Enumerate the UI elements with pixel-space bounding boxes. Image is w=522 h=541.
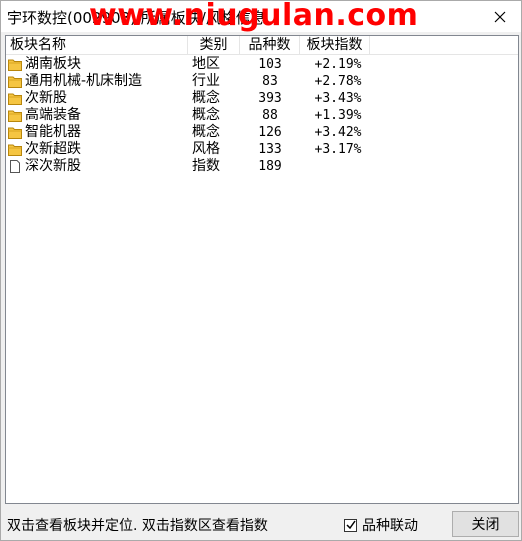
table-row[interactable]: 高端装备 概念 88 +1.39% [6, 107, 518, 124]
dialog-window: 宇环数控(002903) 所属板块/风格信息 www.niugulan.com … [0, 0, 522, 541]
sector-index-cell: +3.42% [314, 125, 362, 140]
sector-index-cell [306, 158, 370, 175]
sector-index-cell: +2.19% [314, 57, 362, 72]
table-row[interactable]: 通用机械-机床制造 行业 83 +2.78% [6, 73, 518, 90]
sector-name-cell: 智能机器 [25, 124, 81, 140]
sector-index-cell: +1.39% [314, 108, 362, 123]
watermark: www.niugulan.com [89, 0, 419, 33]
table-row[interactable]: 深次新股 指数 189 [6, 158, 518, 175]
category-cell: 概念 [192, 90, 220, 106]
window-close-button[interactable] [479, 1, 521, 32]
list-header: 板块名称 类别 品种数 板块指数 [6, 36, 518, 55]
sector-name-cell: 湖南板块 [25, 56, 81, 72]
folder-icon [8, 58, 22, 71]
list-rows: 湖南板块 地区 103 +2.19% 通用机械-机床制造 行业 83 +2.78% 次新股 概念 3… [6, 56, 518, 175]
header-stock-count[interactable]: 品种数 [240, 36, 300, 55]
stock-count-cell: 393 [258, 91, 282, 106]
stock-count-cell: 88 [262, 108, 278, 123]
folder-icon [8, 126, 22, 139]
table-row[interactable]: 次新超跌 风格 133 +3.17% [6, 141, 518, 158]
table-row[interactable]: 湖南板块 地区 103 +2.19% [6, 56, 518, 73]
table-row[interactable]: 智能机器 概念 126 +3.42% [6, 124, 518, 141]
linkage-label: 品种联动 [362, 518, 418, 534]
folder-icon [8, 75, 22, 88]
header-sector-index[interactable]: 板块指数 [300, 36, 370, 55]
sector-index-cell: +3.17% [314, 142, 362, 157]
sector-index-cell: +3.43% [314, 91, 362, 106]
header-sector-name[interactable]: 板块名称 [6, 36, 188, 55]
table-row[interactable]: 次新股 概念 393 +3.43% [6, 90, 518, 107]
category-cell: 概念 [192, 124, 220, 140]
category-cell: 行业 [192, 73, 220, 89]
sector-index-cell: +2.78% [314, 74, 362, 89]
category-cell: 指数 [192, 158, 220, 174]
folder-icon [8, 143, 22, 156]
linkage-toggle[interactable]: 品种联动 [344, 515, 418, 535]
sector-name-cell: 次新超跌 [25, 141, 81, 157]
checkmark-icon [345, 520, 356, 530]
status-bar: 双击查看板块并定位. 双击指数区查看指数 品种联动 关闭 [1, 507, 521, 541]
close-icon [494, 11, 506, 22]
sector-name-cell: 深次新股 [25, 158, 81, 174]
category-cell: 地区 [192, 56, 220, 72]
title-bar[interactable]: 宇环数控(002903) 所属板块/风格信息 www.niugulan.com [1, 0, 521, 33]
close-button[interactable]: 关闭 [452, 511, 519, 537]
stock-count-cell: 103 [258, 57, 282, 72]
sector-name-cell: 次新股 [25, 90, 67, 106]
stock-count-cell: 189 [258, 159, 282, 174]
linkage-checkbox[interactable] [344, 518, 357, 532]
folder-icon [8, 109, 22, 122]
stock-count-cell: 83 [262, 74, 278, 89]
hint-text: 双击查看板块并定位. 双击指数区查看指数 [7, 518, 268, 534]
stock-count-cell: 133 [258, 142, 282, 157]
folder-icon [8, 92, 22, 105]
category-cell: 概念 [192, 107, 220, 123]
document-icon [8, 160, 22, 173]
category-cell: 风格 [192, 141, 220, 157]
stock-count-cell: 126 [258, 125, 282, 140]
sector-list[interactable]: 板块名称 类别 品种数 板块指数 湖南板块 地区 103 +2.19% 通用机械-机床制… [5, 35, 519, 504]
header-category[interactable]: 类别 [188, 36, 240, 55]
sector-name-cell: 通用机械-机床制造 [25, 73, 143, 89]
sector-name-cell: 高端装备 [25, 107, 81, 123]
